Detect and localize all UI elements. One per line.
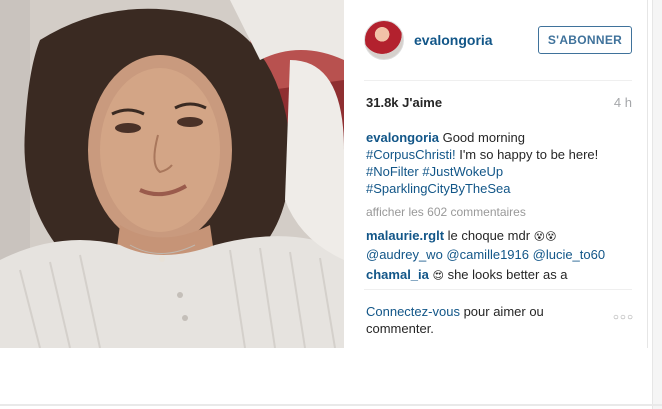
caption-username[interactable]: evalongoria bbox=[366, 130, 439, 145]
caption-text-2: I'm so happy to be here! bbox=[455, 147, 599, 162]
header-divider bbox=[364, 80, 632, 81]
caption-text: Good morning bbox=[442, 130, 525, 145]
mention-link[interactable]: @audrey_wo bbox=[366, 247, 443, 262]
comments-divider bbox=[364, 289, 632, 290]
comment-text: she looks better as a bbox=[443, 267, 568, 282]
hashtag-nofilter[interactable]: #NoFilter bbox=[366, 164, 419, 179]
post-header: evalongoria S'ABONNER bbox=[344, 0, 648, 80]
more-options-icon[interactable]: ○○○ bbox=[613, 312, 634, 323]
comment: malaurie.rglt le choque mdr 😵😵 @audrey_w… bbox=[366, 227, 626, 263]
comment: chamal_ia 😍 she looks better as a bbox=[366, 266, 626, 284]
scrollbar-track[interactable] bbox=[652, 0, 662, 409]
comment-username[interactable]: chamal_ia bbox=[366, 267, 429, 282]
hashtag-sparklingcitybythesea[interactable]: #SparklingCityByTheSea bbox=[366, 181, 511, 196]
post-photo[interactable] bbox=[0, 0, 344, 348]
heart-eyes-emoji-icon: 😍 bbox=[432, 270, 444, 282]
follow-button[interactable]: S'ABONNER bbox=[538, 26, 632, 54]
post-time[interactable]: 4 h bbox=[614, 95, 632, 110]
mention-link[interactable]: @camille1916 bbox=[446, 247, 529, 262]
post-card: evalongoria S'ABONNER 31.8k J'aime 4 h e… bbox=[0, 0, 648, 348]
post-caption: evalongoria Good morning #CorpusChristi!… bbox=[366, 129, 636, 197]
login-link[interactable]: Connectez-vous bbox=[366, 304, 460, 319]
hashtag-justwokeup[interactable]: #JustWokeUp bbox=[422, 164, 503, 179]
hashtag-corpuschristi[interactable]: #CorpusChristi! bbox=[366, 147, 456, 162]
selfie-image bbox=[0, 0, 344, 348]
comment-text: le choque mdr bbox=[444, 228, 534, 243]
comment-username[interactable]: malaurie.rglt bbox=[366, 228, 444, 243]
load-more-comments-link[interactable]: afficher les 602 commentaires bbox=[366, 205, 526, 219]
dizzy-face-emoji-icon: 😵😵 bbox=[533, 231, 557, 243]
mention-link[interactable]: @lucie_to60 bbox=[533, 247, 605, 262]
login-prompt: Connectez-vous pour aimer ou commenter. bbox=[366, 303, 586, 337]
avatar[interactable] bbox=[364, 20, 404, 60]
post-details-panel: evalongoria S'ABONNER 31.8k J'aime 4 h e… bbox=[344, 0, 648, 348]
username-link[interactable]: evalongoria bbox=[414, 32, 493, 48]
bottom-divider bbox=[0, 404, 662, 406]
likes-count[interactable]: 31.8k J'aime bbox=[366, 95, 442, 110]
